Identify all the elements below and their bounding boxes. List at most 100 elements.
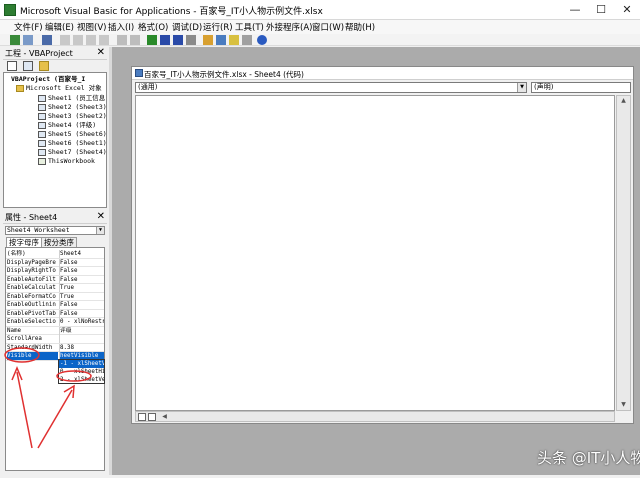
- menu-insert[interactable]: 插入(I): [108, 21, 134, 33]
- reset-icon[interactable]: [173, 35, 183, 45]
- property-value[interactable]: False: [60, 267, 104, 275]
- property-value[interactable]: False: [60, 259, 104, 267]
- full-module-view-icon[interactable]: [148, 413, 156, 421]
- property-value[interactable]: True: [60, 293, 104, 301]
- find-icon[interactable]: [99, 35, 109, 45]
- chevron-down-icon[interactable]: ▼: [517, 83, 526, 92]
- view-object-icon[interactable]: [23, 61, 33, 71]
- tree-item-sheet7[interactable]: Sheet7 (Sheet4): [38, 148, 106, 157]
- tree-root-item[interactable]: VBAProject (百家号_I: [11, 75, 85, 84]
- menu-format[interactable]: 格式(O): [138, 21, 168, 33]
- property-value[interactable]: 0 - xlNoRestr: [60, 318, 104, 326]
- property-row[interactable]: EnableFormatCo True: [6, 292, 104, 301]
- object-combo-value: (通用): [138, 83, 158, 91]
- tree-item-sheet5[interactable]: Sheet5 (Sheet6): [38, 130, 107, 139]
- scroll-up-icon[interactable]: ▲: [617, 96, 630, 106]
- property-row[interactable]: DisplayPageBre False: [6, 258, 104, 267]
- cut-icon[interactable]: [60, 35, 70, 45]
- project-pane-title: 工程 - VBAProject ✕: [3, 47, 107, 60]
- property-name: EnablePivotTab: [7, 310, 56, 317]
- property-value[interactable]: 8.38: [60, 344, 104, 352]
- toggle-folders-icon[interactable]: [39, 61, 49, 71]
- menu-tools[interactable]: 工具(T): [235, 21, 264, 33]
- menu-window[interactable]: 窗口(W): [312, 21, 344, 33]
- tree-excel-objects-folder[interactable]: Microsoft Excel 对象: [16, 84, 102, 93]
- paste-icon[interactable]: [86, 35, 96, 45]
- tree-item-thisworkbook[interactable]: ThisWorkbook: [38, 157, 95, 166]
- visible-dropdown-list: -1 - xlSheetV 0 - xlSheetHi 2 - xlSheetV…: [58, 359, 105, 384]
- property-value[interactable]: Sheet4: [60, 250, 104, 258]
- property-row[interactable]: EnableSelectio 0 - xlNoRestr: [6, 318, 104, 327]
- minimize-button[interactable]: —: [562, 0, 588, 19]
- dropdown-option-sheet-visible[interactable]: -1 - xlSheetV: [59, 360, 104, 368]
- tree-item-sheet2[interactable]: Sheet2 (Sheet3): [38, 103, 106, 112]
- design-mode-icon[interactable]: [186, 35, 196, 45]
- project-explorer-icon[interactable]: [203, 35, 213, 45]
- property-name: ScrollArea: [7, 336, 42, 342]
- break-icon[interactable]: [160, 35, 170, 45]
- property-row[interactable]: StandardWidth 8.38: [6, 343, 104, 352]
- scroll-left-icon[interactable]: ◀: [158, 412, 171, 422]
- property-value[interactable]: False: [60, 301, 104, 309]
- project-pane-close-icon[interactable]: ✕: [97, 47, 105, 58]
- tree-item-label: Sheet1 (员工信息: [48, 94, 106, 102]
- property-row[interactable]: ScrollArea: [6, 335, 104, 344]
- dropdown-option-sheet-very-hidden[interactable]: 2 - xlSheetVe: [59, 376, 104, 384]
- sheet-icon: [38, 104, 46, 111]
- property-row[interactable]: Name 评级: [6, 326, 104, 335]
- procedure-view-icon[interactable]: [138, 413, 146, 421]
- menu-run[interactable]: 运行(R): [203, 21, 233, 33]
- tree-item-sheet4[interactable]: Sheet4 (评级): [38, 121, 96, 130]
- run-icon[interactable]: [147, 35, 157, 45]
- redo-icon[interactable]: [130, 35, 140, 45]
- property-value[interactable]: False: [60, 310, 104, 318]
- properties-window-icon[interactable]: [216, 35, 226, 45]
- vertical-scrollbar[interactable]: ▲ ▼: [616, 95, 631, 411]
- folder-icon: [16, 85, 24, 92]
- menu-debug[interactable]: 调试(D): [172, 21, 202, 33]
- property-row[interactable]: EnableCalculat True: [6, 284, 104, 293]
- property-value[interactable]: True: [60, 284, 104, 292]
- help-icon[interactable]: [257, 35, 267, 45]
- menu-help[interactable]: 帮助(H): [345, 21, 375, 33]
- tab-categorized[interactable]: 按分类序: [41, 237, 77, 247]
- insert-module-icon[interactable]: [23, 35, 33, 45]
- horizontal-scrollbar[interactable]: ◀: [135, 411, 615, 422]
- property-value[interactable]: False: [60, 276, 104, 284]
- properties-pane-close-icon[interactable]: ✕: [97, 211, 105, 222]
- view-code-icon[interactable]: [7, 61, 17, 71]
- copy-icon[interactable]: [73, 35, 83, 45]
- property-row[interactable]: DisplayRightTo False: [6, 267, 104, 276]
- menu-edit[interactable]: 编辑(E): [45, 21, 74, 33]
- menu-view[interactable]: 视图(V): [77, 21, 106, 33]
- excel-view-icon[interactable]: [10, 35, 20, 45]
- workbook-icon: [38, 158, 46, 165]
- property-row[interactable]: EnablePivotTab False: [6, 309, 104, 318]
- dropdown-option-sheet-hidden[interactable]: 0 - xlSheetHi: [59, 368, 104, 376]
- menu-addins[interactable]: 外接程序(A): [266, 21, 312, 33]
- save-icon[interactable]: [42, 35, 52, 45]
- code-editor[interactable]: [135, 95, 615, 411]
- toolbox-icon[interactable]: [242, 35, 252, 45]
- project-pane-title-text: 工程 - VBAProject: [5, 49, 73, 58]
- tree-item-sheet6[interactable]: Sheet6 (Sheet1): [38, 139, 106, 148]
- object-browser-icon[interactable]: [229, 35, 239, 45]
- maximize-button[interactable]: ☐: [588, 0, 614, 19]
- tab-alphabetic[interactable]: 按字母序: [6, 237, 42, 247]
- property-value[interactable]: 评级: [60, 327, 104, 335]
- procedure-combo[interactable]: (声明): [531, 82, 631, 93]
- tree-folder-label: Microsoft Excel 对象: [26, 84, 102, 92]
- undo-icon[interactable]: [117, 35, 127, 45]
- property-row[interactable]: (名称) Sheet4: [6, 250, 104, 259]
- scroll-down-icon[interactable]: ▼: [617, 400, 630, 410]
- menu-file[interactable]: 文件(F): [14, 21, 43, 33]
- property-row[interactable]: EnableAutoFilt False: [6, 275, 104, 284]
- close-button[interactable]: ✕: [614, 0, 640, 19]
- chevron-down-icon[interactable]: ▼: [96, 227, 104, 234]
- property-row[interactable]: EnableOutlinin False: [6, 301, 104, 310]
- object-combo[interactable]: (通用) ▼: [135, 82, 527, 93]
- tree-item-label: Sheet5 (Sheet6): [48, 130, 107, 138]
- tree-item-sheet3[interactable]: Sheet3 (Sheet2): [38, 112, 106, 121]
- object-select[interactable]: Sheet4 Worksheet ▼: [5, 226, 105, 235]
- tree-item-sheet1[interactable]: Sheet1 (员工信息: [38, 94, 106, 103]
